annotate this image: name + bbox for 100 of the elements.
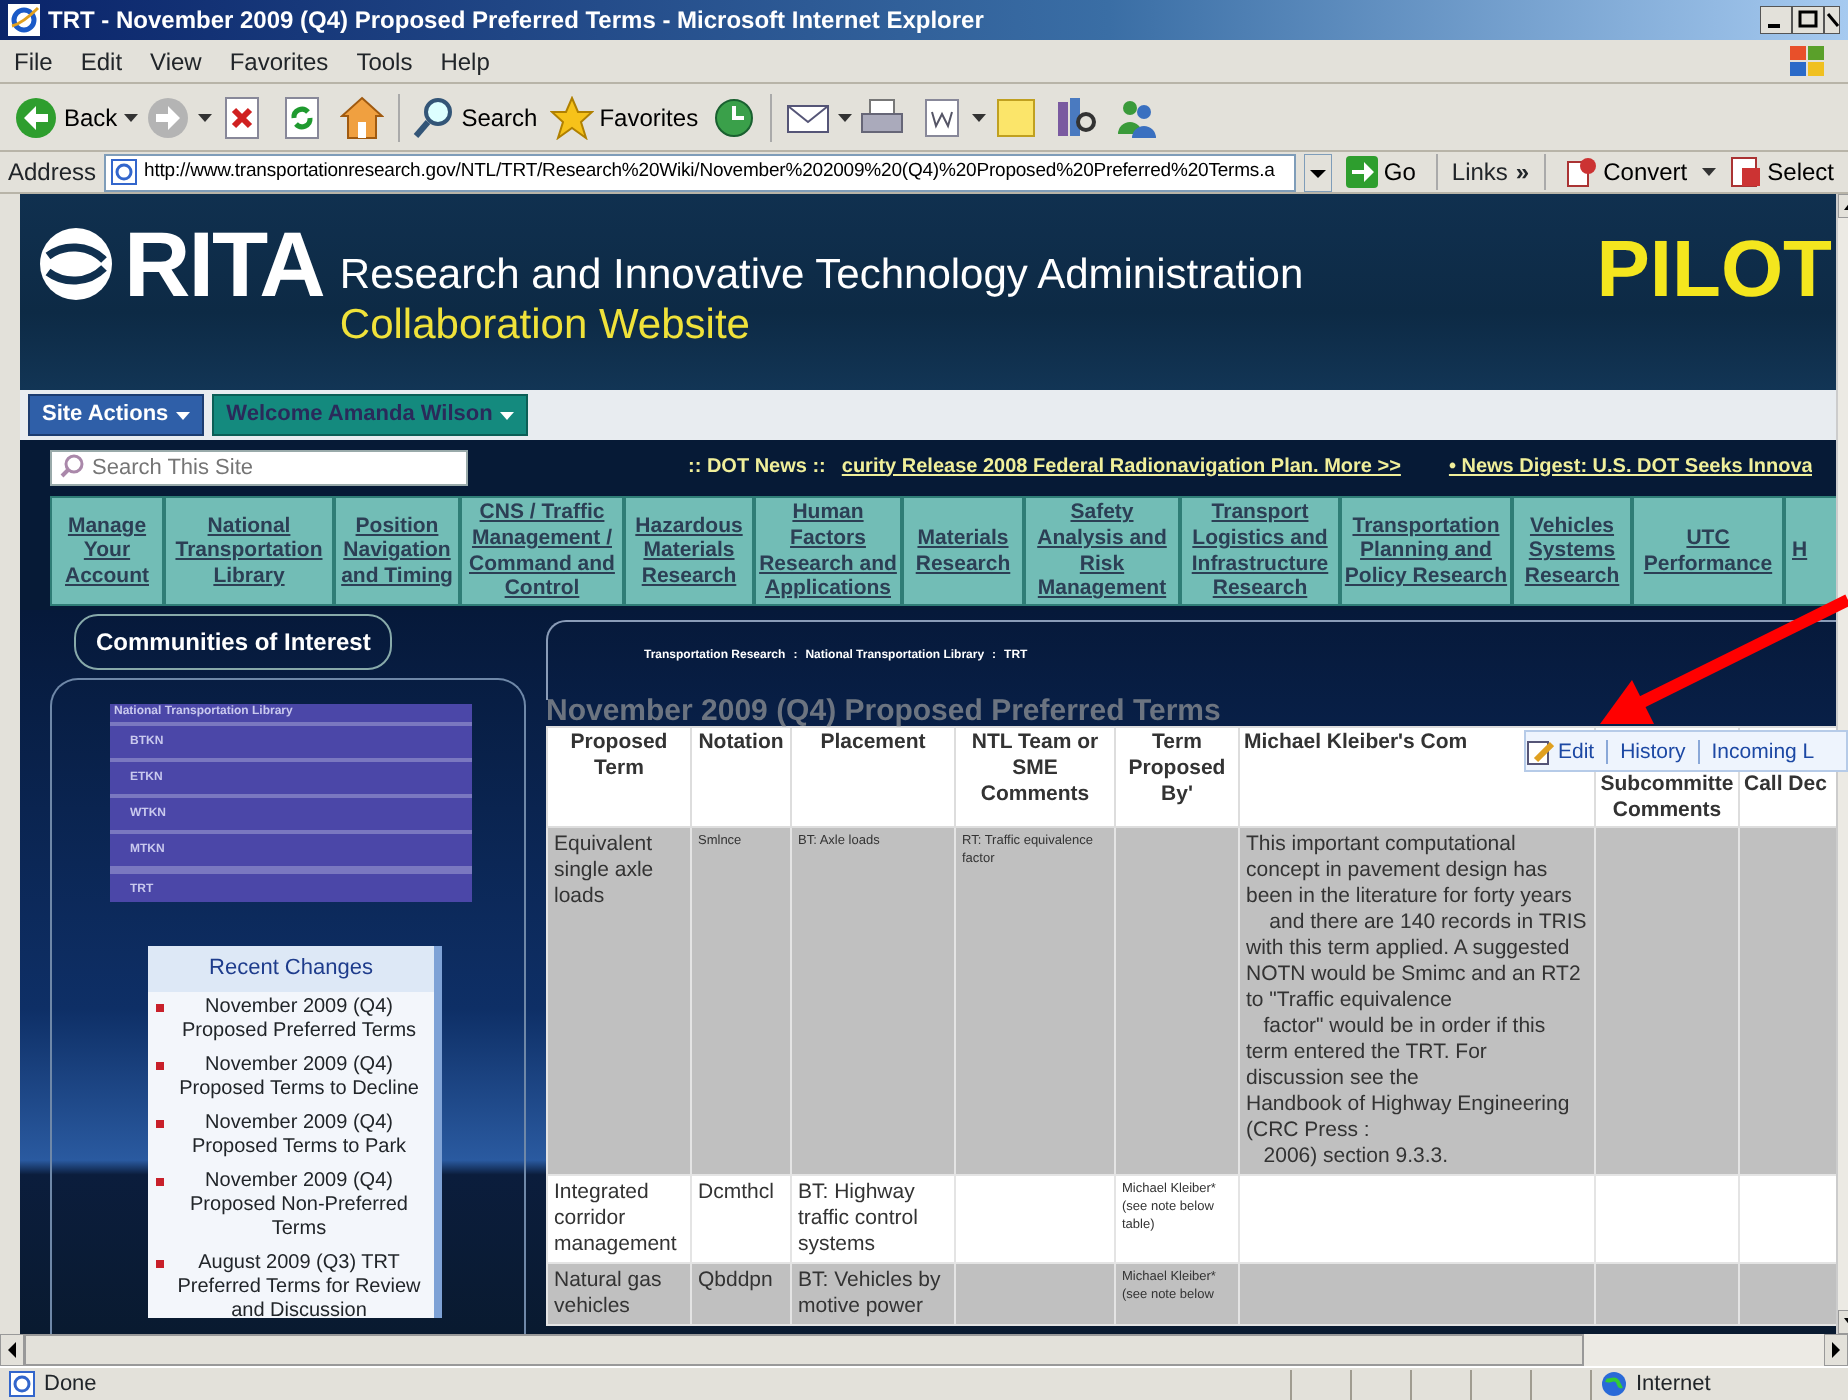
security-zone: Internet: [1636, 1369, 1711, 1400]
nav-tile[interactable]: National Transportation Library: [164, 496, 334, 606]
stop-icon[interactable]: [219, 95, 264, 139]
search-button[interactable]: Search: [405, 89, 544, 145]
news-link[interactable]: curity Release 2008 Federal Radionavigation Plan. More >>: [841, 451, 1401, 481]
caret-icon[interactable]: [197, 113, 212, 121]
printer-icon[interactable]: [860, 95, 905, 139]
nav-tile[interactable]: Manage Your Account: [50, 496, 164, 606]
toolbar-link[interactable]: Edit: [1554, 739, 1607, 763]
caret-icon[interactable]: [838, 113, 853, 121]
caret-icon[interactable]: [123, 113, 138, 121]
minimize-icon[interactable]: [1760, 6, 1792, 34]
status-text: Done: [44, 1369, 97, 1400]
caret-icon[interactable]: [972, 113, 987, 121]
menu-item[interactable]: Favorites: [215, 43, 343, 79]
table-cell-text: Natural gas vehicles: [554, 1268, 664, 1320]
nav-tile[interactable]: UTC Performance: [1632, 496, 1784, 606]
panel-title: Recent Changes: [148, 946, 434, 991]
convert-icon: [1565, 156, 1598, 188]
table-cell-text: Dcmthcl: [698, 1180, 776, 1206]
nav-tile[interactable]: Hazardous Materials Research: [624, 496, 754, 606]
history-icon[interactable]: [712, 95, 757, 139]
nav-tile[interactable]: Materials Research: [902, 496, 1024, 606]
page-icon: [110, 158, 139, 186]
news-link[interactable]: • News Digest: U.S. DOT Seeks Innova: [1448, 451, 1813, 481]
nav-tile[interactable]: Safety Analysis and Risk Management: [1024, 496, 1180, 606]
swirl-logo-icon: [36, 224, 116, 304]
nav-tile[interactable]: Vehicles Systems Research: [1512, 496, 1632, 606]
news-label: :: DOT News ::: [688, 453, 826, 481]
recent-change-link[interactable]: November 2009 (Q4) Proposed Terms to Decline: [168, 1053, 430, 1101]
go-button[interactable]: Go: [1339, 153, 1422, 191]
address-label: Address: [8, 156, 97, 190]
links-label[interactable]: Links: [1451, 154, 1508, 190]
search-icon: [60, 454, 84, 478]
caret-icon: [176, 411, 191, 419]
refresh-icon[interactable]: [279, 95, 324, 139]
recent-change-link[interactable]: November 2009 (Q4) Proposed Preferred Terms: [168, 995, 430, 1043]
table-cell-text: Equivalent single axle loads: [554, 832, 656, 910]
menu-item[interactable]: File: [0, 43, 67, 79]
favorites-button[interactable]: Favorites: [543, 89, 705, 145]
address-field[interactable]: http://www.transportationresearch.gov/NTL/TRT/Research%20Wiki/November%202009%20(Q4)%20Proposed%20Preferred%20Terms.a: [104, 153, 1296, 191]
table-cell: This important computational concept in pavement design has been in the literature for forty years and there are 140 records in TRIS with this term applied. A suggested NOTN would be Smimc and an RT2 to "Traffic equivalence factor" would be in order if this term entered the TRT. For discussion see the Handbook of Highway Engineering (CRC Press : 2006) section 9.3.3.: [1246, 832, 1588, 1170]
nav-tile[interactable]: CNS / Traffic Management / Command and Control: [460, 496, 624, 606]
go-arrow-icon: [1345, 156, 1378, 188]
site-actions-menu[interactable]: Site Actions: [28, 394, 205, 436]
bullet-icon: [156, 1003, 164, 1011]
nav-tile[interactable]: Transportation Planning and Policy Research: [1340, 496, 1512, 606]
more-links-chevron[interactable]: »: [1515, 154, 1530, 190]
table-cell-text: BT: Highway traffic control systems: [798, 1180, 920, 1258]
scroll-left-icon[interactable]: [0, 1334, 24, 1366]
menu-item[interactable]: Tools: [342, 43, 427, 79]
site-logo-text: RITA: [124, 218, 324, 310]
menu-item[interactable]: Help: [426, 43, 504, 79]
menu-item[interactable]: View: [136, 43, 216, 79]
star-icon: [549, 95, 594, 139]
recent-change-link[interactable]: November 2009 (Q4) Proposed Terms to Park: [168, 1111, 430, 1159]
home-icon[interactable]: [339, 95, 384, 139]
pilot-label: PILOT: [1596, 230, 1832, 310]
site-subtitle: Collaboration Website: [339, 300, 752, 351]
toolbar-link[interactable]: Incoming L: [1697, 739, 1827, 763]
nav-tile[interactable]: H: [1784, 496, 1836, 606]
table-cell-text: BT: Vehicles by motive power: [798, 1268, 943, 1320]
page-title: November 2009 (Q4) Proposed Preferred Terms: [546, 696, 1223, 726]
toolbar-link[interactable]: History: [1606, 739, 1698, 763]
column-header[interactable]: Placement: [820, 730, 926, 756]
dropdown-arrow-icon[interactable]: [1303, 153, 1332, 191]
edit-icon: [1526, 737, 1554, 765]
menu-item[interactable]: Edit: [66, 43, 137, 79]
nav-tile[interactable]: Human Factors Research and Applications: [754, 496, 902, 606]
section-heading: Communities of Interest: [74, 614, 393, 670]
table-cell-text: Qbddpn: [698, 1268, 775, 1294]
reference-link[interactable]: Handbook of Highway Engineering: [1246, 1092, 1570, 1116]
close-icon[interactable]: [1824, 6, 1840, 34]
scroll-right-icon[interactable]: [1824, 1334, 1848, 1366]
bullet-icon: [156, 1259, 164, 1267]
nav-tile[interactable]: Position Navigation and Timing: [334, 496, 460, 606]
column-header[interactable]: Michael Kleiber's Com: [1244, 730, 1468, 756]
people-icon[interactable]: [1114, 95, 1159, 139]
books-icon[interactable]: [1054, 95, 1099, 139]
recent-change-link[interactable]: November 2009 (Q4) Proposed Non-Preferred Terms: [168, 1169, 430, 1241]
document-icon[interactable]: [920, 95, 965, 139]
select-button[interactable]: Select: [1723, 153, 1840, 191]
recent-change-link[interactable]: August 2009 (Q3) TRT Preferred Terms for Review and Discussion: [168, 1251, 430, 1318]
column-header[interactable]: Call Dec: [1744, 772, 1827, 798]
table-cell-text: Integrated corridor management: [554, 1180, 679, 1258]
nav-tile[interactable]: Transport Logistics and Infrastructure Research: [1180, 496, 1340, 606]
convert-button[interactable]: Convert: [1559, 153, 1694, 191]
column-header[interactable]: Subcommitte Comments: [1600, 772, 1734, 824]
bullet-icon: [156, 1061, 164, 1069]
windows-flag-icon: [1786, 43, 1826, 80]
search-icon: [411, 95, 456, 139]
back-button[interactable]: Back: [8, 89, 124, 145]
browser-icon: [8, 4, 40, 36]
window-title: TRT - November 2009 (Q4) Proposed Preferred Terms - Microsoft Internet Explorer: [48, 4, 984, 38]
bullet-icon: [156, 1177, 164, 1185]
bullet-icon: [156, 1119, 164, 1127]
search-field[interactable]: Search This Site: [50, 450, 468, 486]
caret-icon[interactable]: [1701, 168, 1716, 176]
caret-icon: [500, 411, 515, 419]
select-icon: [1729, 156, 1762, 188]
